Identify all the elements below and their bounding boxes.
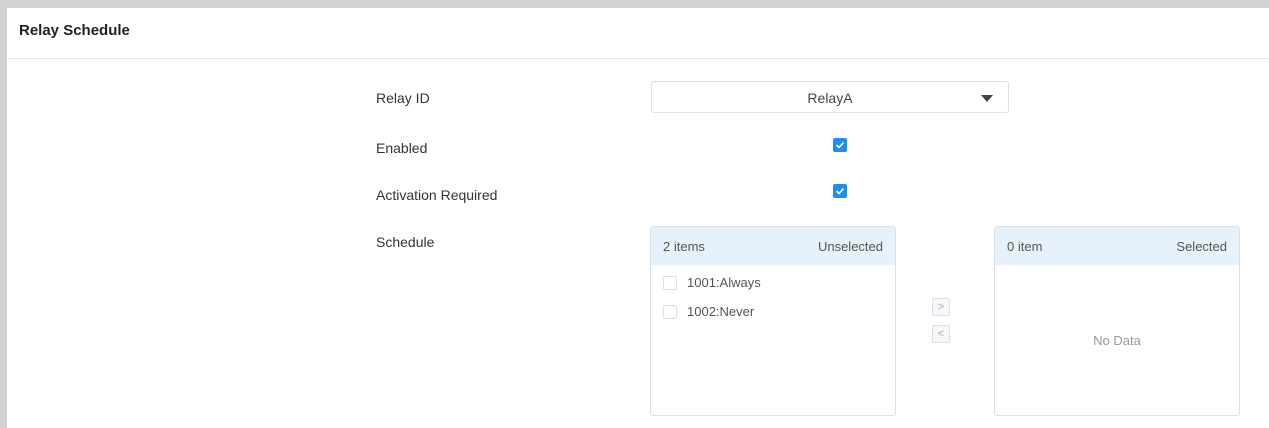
item-label: 1001:Always	[687, 275, 761, 290]
checkmark-icon	[835, 141, 845, 149]
list-item[interactable]: 1002:Never	[663, 304, 754, 319]
enabled-checkbox[interactable]	[833, 138, 847, 152]
activation-required-label: Activation Required	[376, 187, 498, 203]
chevron-left-icon: <	[937, 328, 945, 340]
relay-id-value: RelayA	[807, 90, 853, 106]
relay-schedule-panel: Relay Schedule Relay ID RelayA Enabled A…	[7, 8, 1269, 428]
enabled-label: Enabled	[376, 140, 428, 156]
item-checkbox[interactable]	[663, 275, 677, 290]
move-left-button[interactable]: <	[932, 325, 950, 343]
schedule-label: Schedule	[376, 234, 435, 250]
unselected-list: 2 items Unselected 1001:Always 1002:Neve…	[650, 226, 896, 416]
unselected-title: Unselected	[817, 239, 883, 254]
panel-title: Relay Schedule	[7, 8, 1269, 59]
chevron-right-icon: >	[937, 301, 945, 313]
chevron-down-icon	[981, 95, 993, 102]
activation-required-checkbox[interactable]	[833, 184, 847, 198]
list-item[interactable]: 1001:Always	[663, 275, 761, 290]
selected-list: 0 item Selected No Data	[994, 226, 1240, 416]
unselected-list-header: 2 items Unselected	[651, 227, 895, 265]
selected-list-header: 0 item Selected	[995, 227, 1239, 265]
relay-id-label: Relay ID	[376, 90, 430, 106]
item-label: 1002:Never	[687, 304, 755, 319]
empty-state-text: No Data	[1093, 333, 1141, 348]
move-right-button[interactable]: >	[932, 298, 950, 316]
selected-count: 0 item	[1007, 239, 1043, 254]
unselected-count: 2 items	[663, 239, 705, 254]
relay-id-select[interactable]: RelayA	[651, 81, 1009, 113]
checkmark-icon	[835, 187, 845, 195]
selected-title: Selected	[1176, 239, 1227, 254]
item-checkbox[interactable]	[663, 304, 677, 319]
